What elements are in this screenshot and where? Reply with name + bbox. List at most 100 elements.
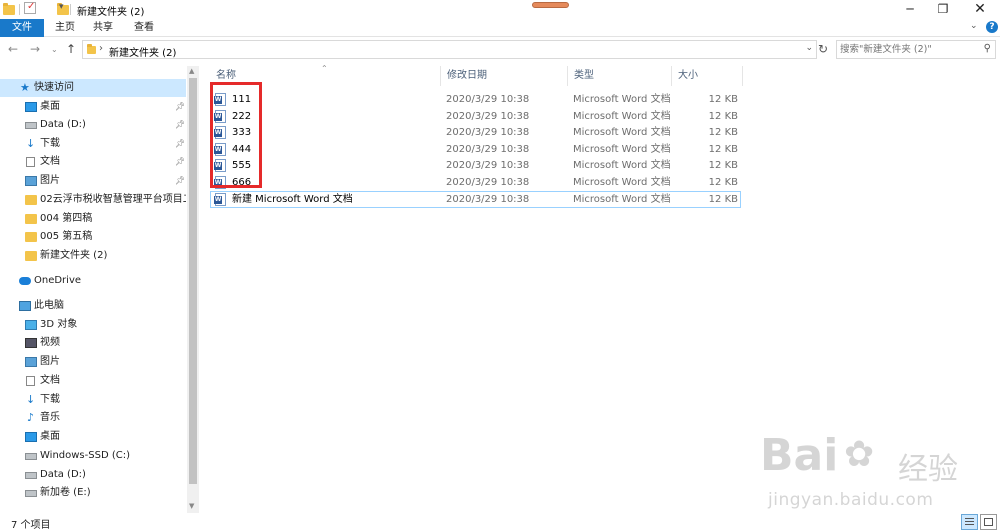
close-button[interactable]: ✕ — [965, 0, 995, 19]
file-type: Microsoft Word 文档 — [573, 177, 671, 188]
up-arrow-icon[interactable]: ↑ — [66, 42, 76, 56]
tab-view[interactable]: 查看 — [123, 19, 165, 37]
sidebar-item-desktop[interactable]: 桌面 📌︎ — [0, 98, 186, 116]
chevron-right-icon[interactable]: › — [99, 43, 103, 54]
sidebar-item-music[interactable]: ♪ 音乐 — [0, 409, 186, 427]
sidebar-item-desktop-pc[interactable]: 桌面 — [0, 428, 186, 446]
column-header-date[interactable]: 修改日期 — [441, 66, 568, 86]
minimize-button[interactable]: ─ — [895, 0, 925, 19]
column-header-size[interactable]: 大小 — [672, 66, 743, 86]
cloud-icon — [19, 277, 31, 285]
breadcrumb[interactable]: 新建文件夹 (2) — [109, 44, 176, 59]
sidebar-item-documents-pc[interactable]: 文档 — [0, 372, 186, 390]
file-row[interactable]: 111 2020/3/29 10:38 Microsoft Word 文档 12… — [210, 91, 741, 108]
word-document-icon — [214, 193, 226, 206]
sidebar-item-3d-objects[interactable]: 3D 对象 — [0, 316, 186, 334]
sidebar-item-videos[interactable]: 视频 — [0, 334, 186, 352]
file-date: 2020/3/29 10:38 — [446, 194, 530, 205]
pin-icon[interactable]: 📌︎ — [175, 172, 185, 190]
file-row[interactable]: 新建 Microsoft Word 文档 2020/3/29 10:38 Mic… — [210, 191, 741, 208]
title-bar: ✓ ▾ 新建文件夹 (2) ─ ❐ ✕ — [0, 0, 1000, 19]
help-icon[interactable]: ? — [986, 21, 998, 33]
file-row[interactable]: 666 2020/3/29 10:38 Microsoft Word 文档 12… — [210, 174, 741, 191]
sidebar-item-data-d[interactable]: Data (D:) 📌︎ — [0, 116, 186, 134]
file-row[interactable]: 222 2020/3/29 10:38 Microsoft Word 文档 12… — [210, 108, 741, 125]
watermark-logo: Bai — [760, 430, 839, 481]
chevron-down-icon[interactable]: ⌄ — [805, 43, 813, 53]
document-icon — [26, 376, 35, 386]
file-row[interactable]: 555 2020/3/29 10:38 Microsoft Word 文档 12… — [210, 157, 741, 174]
desktop-icon — [25, 432, 37, 442]
search-icon[interactable]: ⚲ — [984, 43, 991, 54]
drive-icon — [25, 453, 37, 460]
divider — [70, 4, 71, 15]
address-bar[interactable]: › 新建文件夹 (2) ⌄ — [82, 40, 817, 59]
sidebar-item-drive-c[interactable]: Windows-SSD (C:) — [0, 447, 186, 465]
video-icon — [25, 338, 37, 348]
drive-icon — [25, 472, 37, 479]
folder-icon — [25, 251, 37, 261]
sidebar-item-this-pc[interactable]: 此电脑 — [0, 297, 186, 315]
star-icon: ★ — [20, 81, 30, 94]
scrollbar-thumb[interactable] — [189, 78, 197, 484]
pin-icon[interactable]: 📌︎ — [175, 98, 185, 116]
file-size: 12 KB — [708, 111, 738, 122]
navigation-pane: ★ 快速访问 桌面 📌︎ Data (D:) 📌︎ ↓ 下载 📌︎ 文档 📌︎ … — [0, 66, 200, 513]
sidebar-item-downloads[interactable]: ↓ 下载 📌︎ — [0, 135, 186, 153]
customize-toolbar-icon[interactable]: ▾ — [59, 2, 64, 15]
sidebar-item-downloads-pc[interactable]: ↓ 下载 — [0, 391, 186, 409]
picture-icon — [25, 176, 37, 186]
tab-file[interactable]: 文件 — [0, 19, 44, 37]
chevron-down-icon[interactable]: ⌄ — [51, 45, 58, 54]
maximize-button[interactable]: ❐ — [928, 0, 958, 19]
sidebar-scrollbar[interactable]: ▲ ▼ — [187, 66, 199, 513]
scroll-down-icon[interactable]: ▼ — [189, 502, 194, 510]
sidebar-item-onedrive[interactable]: OneDrive — [0, 272, 186, 290]
file-size: 12 KB — [708, 144, 738, 155]
sidebar-item-folder-005[interactable]: 005 第五稿 — [0, 228, 186, 246]
folder-icon — [25, 195, 37, 205]
watermark-url: jingyan.baidu.com — [768, 490, 934, 510]
properties-icon[interactable]: ✓ — [24, 1, 36, 14]
drive-icon — [25, 490, 37, 497]
folder-icon — [25, 214, 37, 224]
pin-icon[interactable]: 📌︎ — [175, 135, 185, 153]
tab-share[interactable]: 共享 — [82, 19, 124, 37]
search-input[interactable] — [840, 42, 976, 57]
ribbon-tabs: 文件 主页 共享 查看 ⌄ ? — [0, 19, 1000, 37]
pin-icon[interactable]: 📌︎ — [175, 153, 185, 171]
file-type: Microsoft Word 文档 — [573, 144, 671, 155]
sidebar-item-quick-access[interactable]: ★ 快速访问 — [0, 79, 186, 97]
pin-icon[interactable]: 📌︎ — [175, 116, 185, 134]
file-date: 2020/3/29 10:38 — [446, 144, 530, 155]
search-box[interactable]: ⚲ — [836, 40, 996, 59]
sidebar-item-pictures-pc[interactable]: 图片 — [0, 353, 186, 371]
sidebar-item-drive-d[interactable]: Data (D:) — [0, 466, 186, 484]
sidebar-item-drive-e[interactable]: 新加卷 (E:) — [0, 484, 186, 502]
title-bar-handle — [532, 2, 569, 8]
sidebar-item-documents[interactable]: 文档 📌︎ — [0, 153, 186, 171]
sidebar-item-folder-02[interactable]: 02云浮市税收智慧管理平台项目二期 — [0, 191, 186, 209]
chevron-down-icon[interactable]: ⌄ — [970, 21, 978, 31]
file-size: 12 KB — [708, 94, 738, 105]
refresh-icon[interactable]: ↻ — [818, 42, 828, 56]
sidebar-item-new-folder-2[interactable]: 新建文件夹 (2) — [0, 247, 186, 265]
file-size: 12 KB — [708, 127, 738, 138]
forward-arrow-icon[interactable]: → — [30, 42, 40, 56]
file-row[interactable]: 444 2020/3/29 10:38 Microsoft Word 文档 12… — [210, 141, 741, 158]
download-icon: ↓ — [26, 393, 36, 406]
file-size: 12 KB — [708, 177, 738, 188]
back-arrow-icon[interactable]: ← — [8, 42, 18, 56]
scroll-up-icon[interactable]: ▲ — [189, 67, 194, 75]
file-size: 12 KB — [708, 160, 738, 171]
music-icon: ♪ — [27, 411, 35, 424]
file-date: 2020/3/29 10:38 — [446, 160, 530, 171]
sidebar-item-folder-004[interactable]: 004 第四稿 — [0, 210, 186, 228]
tab-home[interactable]: 主页 — [44, 19, 86, 37]
watermark-brand: 经验 — [898, 452, 958, 487]
folder-icon — [3, 3, 15, 15]
computer-icon — [19, 301, 31, 311]
sidebar-item-pictures[interactable]: 图片 📌︎ — [0, 172, 186, 190]
file-row[interactable]: 333 2020/3/29 10:38 Microsoft Word 文档 12… — [210, 124, 741, 141]
column-header-type[interactable]: 类型 — [568, 66, 672, 86]
